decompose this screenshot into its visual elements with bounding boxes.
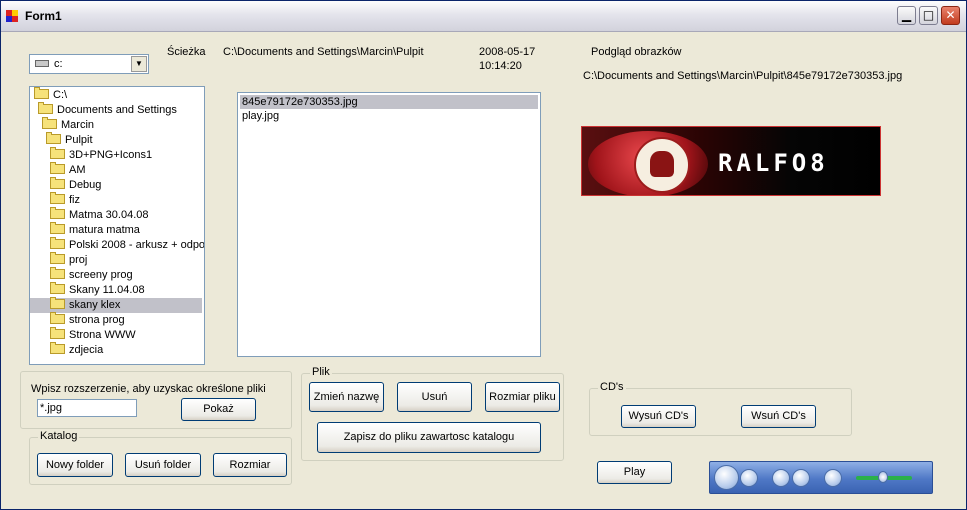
- stop-icon[interactable]: [740, 469, 758, 487]
- folder-icon: [50, 282, 65, 294]
- tree-item[interactable]: Documents and Settings: [38, 102, 177, 118]
- folder-icon: [50, 177, 65, 189]
- volume-icon[interactable]: [824, 469, 842, 487]
- path-value: C:\Documents and Settings\Marcin\Pulpit: [223, 46, 424, 58]
- media-player-bar[interactable]: [709, 461, 933, 494]
- drive-select[interactable]: c: ▼: [29, 54, 149, 74]
- cds-title: CD's: [598, 381, 626, 393]
- maximize-button[interactable]: □: [919, 6, 938, 25]
- folder-icon: [50, 237, 65, 249]
- plik-title: Plik: [310, 366, 332, 378]
- folder-icon: [50, 222, 65, 234]
- close-icon: ✕: [945, 8, 956, 22]
- next-icon[interactable]: [792, 469, 810, 487]
- file-list[interactable]: 845e79172e730353.jpg play.jpg: [237, 92, 541, 357]
- folder-icon: [50, 162, 65, 174]
- preview-image-text: RALFO8: [718, 149, 829, 177]
- main-window: Form1 ▁ □ ✕ c: ▼ Ścieżka C:\Documents an…: [0, 0, 967, 510]
- date-value: 2008-05-17: [479, 46, 536, 58]
- extension-label: Wpisz rozszerzenie, aby uzyskac określon…: [31, 383, 266, 395]
- folder-icon: [50, 312, 65, 324]
- folder-icon: [50, 327, 65, 339]
- tree-item[interactable]: zdjecia: [50, 342, 103, 358]
- file-item[interactable]: play.jpg: [240, 109, 279, 123]
- folder-icon: [42, 117, 57, 129]
- file-size-button[interactable]: Rozmiar pliku: [485, 382, 560, 412]
- tree-item[interactable]: Matma 30.04.08: [50, 207, 149, 223]
- folder-icon: [50, 192, 65, 204]
- drive-icon: [35, 60, 49, 67]
- tree-item[interactable]: AM: [50, 162, 86, 178]
- extension-input[interactable]: *.jpg: [37, 399, 137, 417]
- app-icon: [6, 10, 18, 22]
- preview-image: RALFO8: [581, 126, 881, 196]
- close-button[interactable]: ✕: [941, 6, 960, 25]
- title-bar[interactable]: Form1 ▁ □ ✕: [1, 1, 966, 32]
- preview-path: C:\Documents and Settings\Marcin\Pulpit\…: [583, 70, 903, 82]
- new-folder-button[interactable]: Nowy folder: [37, 453, 113, 477]
- tree-item[interactable]: Debug: [50, 177, 101, 193]
- tree-item[interactable]: matura matma: [50, 222, 140, 238]
- minimize-button[interactable]: ▁: [897, 6, 916, 25]
- folder-size-button[interactable]: Rozmiar: [213, 453, 287, 477]
- folder-icon: [46, 132, 61, 144]
- folder-tree[interactable]: C:\ Documents and Settings Marcin Pulpit…: [29, 86, 205, 365]
- tree-item[interactable]: Strona WWW: [50, 327, 136, 343]
- tree-item[interactable]: 3D+PNG+Icons1: [50, 147, 152, 163]
- folder-icon: [34, 87, 49, 99]
- tree-item[interactable]: Skany 11.04.08: [50, 282, 145, 298]
- play-button[interactable]: Play: [597, 461, 672, 484]
- tree-item[interactable]: Marcin: [42, 117, 94, 133]
- eject-cd-button[interactable]: Wysuń CD's: [621, 405, 696, 428]
- folder-icon: [50, 147, 65, 159]
- tree-item[interactable]: screeny prog: [50, 267, 133, 283]
- delete-folder-button[interactable]: Usuń folder: [125, 453, 201, 477]
- tree-item[interactable]: proj: [50, 252, 87, 268]
- folder-icon: [50, 297, 65, 309]
- show-button[interactable]: Pokaż: [181, 398, 256, 421]
- volume-slider-thumb[interactable]: [878, 471, 888, 483]
- play-icon[interactable]: [714, 465, 739, 490]
- path-label: Ścieżka: [167, 46, 206, 58]
- tree-item[interactable]: C:\: [34, 87, 67, 103]
- katalog-title: Katalog: [38, 430, 80, 442]
- maximize-icon: □: [922, 8, 935, 22]
- file-item-selected[interactable]: 845e79172e730353.jpg: [240, 95, 538, 109]
- window-title: Form1: [25, 9, 62, 23]
- folder-icon: [38, 102, 53, 114]
- drive-value: c:: [54, 58, 63, 70]
- save-directory-button[interactable]: Zapisz do pliku zawartosc katalogu: [317, 422, 541, 453]
- rename-button[interactable]: Zmień nazwę: [309, 382, 384, 412]
- folder-icon: [50, 267, 65, 279]
- time-value: 10:14:20: [479, 60, 522, 72]
- folder-icon: [50, 207, 65, 219]
- tree-item-selected[interactable]: skany klex: [30, 297, 202, 313]
- insert-cd-button[interactable]: Wsuń CD's: [741, 405, 816, 428]
- tree-item[interactable]: Pulpit: [46, 132, 93, 148]
- folder-icon: [50, 342, 65, 354]
- chevron-down-icon[interactable]: ▼: [131, 56, 147, 72]
- crest-bird-icon: [650, 151, 674, 177]
- previous-icon[interactable]: [772, 469, 790, 487]
- tree-item[interactable]: fiz: [50, 192, 80, 208]
- preview-label: Podgląd obrazków: [591, 46, 682, 58]
- tree-item[interactable]: Polski 2008 - arkusz + odpow: [50, 237, 204, 253]
- delete-file-button[interactable]: Usuń: [397, 382, 472, 412]
- tree-item[interactable]: strona prog: [50, 312, 125, 328]
- minimize-icon: ▁: [901, 8, 912, 22]
- folder-icon: [50, 252, 65, 264]
